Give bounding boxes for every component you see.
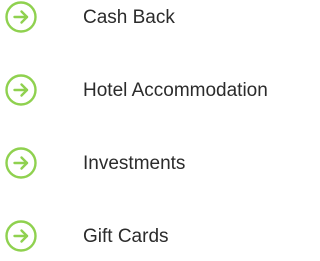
list-item-label: Gift Cards bbox=[83, 226, 169, 247]
list-item-label: Cash Back bbox=[83, 7, 175, 28]
benefits-list: Cash Back Hotel Accommodation Investment… bbox=[0, 0, 317, 261]
arrow-right-circle-icon bbox=[5, 147, 37, 179]
list-item-label: Investments bbox=[83, 153, 186, 174]
arrow-right-circle-icon bbox=[5, 220, 37, 252]
list-item-cash-back[interactable]: Cash Back bbox=[0, 0, 317, 40]
list-item-investments[interactable]: Investments bbox=[0, 146, 317, 186]
list-item-hotel-accommodation[interactable]: Hotel Accommodation bbox=[0, 73, 317, 113]
list-item-gift-cards[interactable]: Gift Cards bbox=[0, 219, 317, 259]
list-item-label: Hotel Accommodation bbox=[83, 80, 268, 101]
arrow-right-circle-icon bbox=[5, 1, 37, 33]
arrow-right-circle-icon bbox=[5, 74, 37, 106]
